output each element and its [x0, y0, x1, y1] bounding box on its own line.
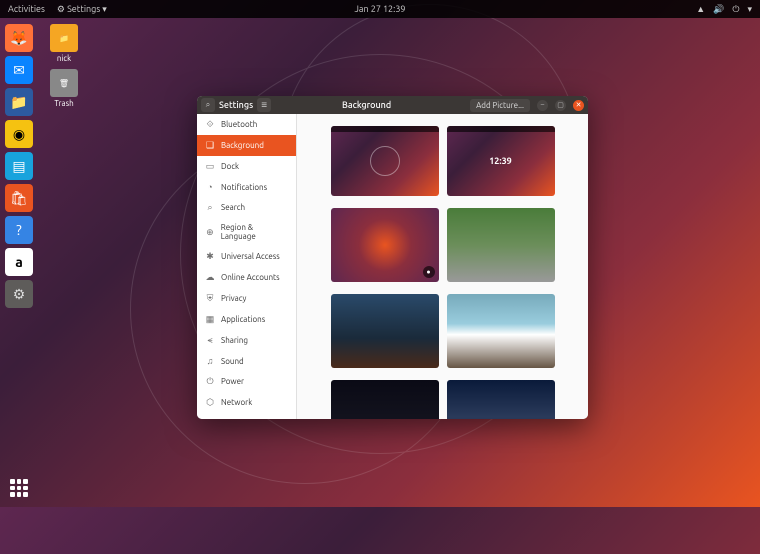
sidebar-label: Sharing [221, 336, 248, 345]
settings-launcher[interactable]: ⚙ [5, 280, 33, 308]
top-panel: Activities ⚙ Settings ▾ Jan 27 12:39 ▲ 🔊… [0, 0, 760, 18]
show-applications-button[interactable] [6, 475, 32, 501]
home-folder-icon[interactable]: 📁nick [44, 24, 84, 63]
sidebar-icon: ✱ [205, 251, 215, 262]
sidebar-item-dock[interactable]: ▭ Dock [197, 156, 296, 177]
software-launcher[interactable]: 🛍 [5, 184, 33, 212]
sidebar-item-notifications[interactable]: ◔ Notifications [197, 177, 296, 197]
sidebar-icon: ⊕ [205, 227, 215, 238]
app-menu[interactable]: ⚙ Settings ▾ [57, 4, 107, 15]
sidebar-item-universal-access[interactable]: ✱ Universal Access [197, 246, 296, 267]
chevron-right-icon: 〉 [281, 419, 288, 420]
sidebar-label: Power [221, 377, 244, 386]
sidebar-icon: ⛨ [205, 293, 215, 304]
sidebar-icon: ☁ [205, 272, 215, 283]
sidebar-icon: ▭ [205, 161, 215, 172]
sidebar-label: Dock [221, 162, 239, 171]
selected-check-icon: ● [423, 266, 435, 278]
wallpaper-thumbnail[interactable]: ● [331, 208, 439, 282]
sidebar-item-applications[interactable]: ▦ Applications [197, 309, 296, 330]
sidebar-item-sound[interactable]: ♫ Sound [197, 351, 296, 371]
sidebar-item-network[interactable]: ⬡ Network [197, 392, 296, 413]
help-launcher[interactable]: ? [5, 216, 33, 244]
sidebar-label: Sound [221, 357, 244, 366]
maximize-button[interactable]: ▢ [555, 100, 566, 111]
sidebar-item-privacy[interactable]: ⛨ Privacy [197, 288, 296, 309]
wallpaper-thumbnail[interactable] [447, 208, 555, 282]
settings-sidebar: ⟐ Bluetooth ❑ Background ▭ Dock ◔ Notifications… [197, 114, 297, 419]
sidebar-icon: ♫ [205, 356, 215, 366]
current-background-preview[interactable] [331, 126, 439, 196]
window-title: Settings [219, 100, 253, 110]
sidebar-item-sharing[interactable]: ⪪ Sharing [197, 330, 296, 351]
sidebar-icon: ▦ [205, 314, 215, 325]
background-content: 12:39 ● [297, 114, 588, 419]
thunderbird-launcher[interactable]: ✉ [5, 56, 33, 84]
sidebar-label: Search [221, 203, 245, 212]
clock[interactable]: Jan 27 12:39 [355, 4, 406, 14]
sidebar-label: Bluetooth [221, 120, 257, 129]
sidebar-item-online-accounts[interactable]: ☁ Online Accounts [197, 267, 296, 288]
sidebar-item-search[interactable]: ⌕ Search [197, 197, 296, 218]
sidebar-label: Region & Language [221, 223, 288, 241]
wallpaper-thumbnail[interactable] [331, 380, 439, 419]
sidebar-label: Online Accounts [221, 273, 280, 282]
sidebar-label: Background [221, 141, 264, 150]
wallpaper-thumbnail[interactable] [447, 294, 555, 368]
sidebar-label: Notifications [221, 183, 267, 192]
launcher-dock: 🦊 ✉ 📁 ◉ ▤ 🛍 ? a ⚙ [0, 18, 38, 308]
sidebar-item-region-language[interactable]: ⊕ Region & Language [197, 218, 296, 246]
writer-launcher[interactable]: ▤ [5, 152, 33, 180]
search-icon: ⌕ [206, 100, 210, 110]
search-button[interactable]: ⌕ [201, 98, 215, 112]
sidebar-icon: ❑ [205, 140, 215, 151]
power-icon[interactable]: ⏻ [732, 4, 739, 15]
sidebar-label: Network [221, 398, 252, 407]
sidebar-icon: ⊟ [205, 418, 215, 419]
sidebar-label: Universal Access [221, 252, 280, 261]
hamburger-menu-button[interactable]: ≡ [257, 98, 271, 112]
sidebar-item-devices[interactable]: ⊟Devices〉 [197, 413, 296, 419]
sidebar-item-background[interactable]: ❑ Background [197, 135, 296, 156]
sidebar-icon: ◔ [205, 182, 215, 192]
rhythmbox-launcher[interactable]: ◉ [5, 120, 33, 148]
activities-button[interactable]: Activities [8, 4, 45, 15]
amazon-launcher[interactable]: a [5, 248, 33, 276]
system-menu-chevron-icon[interactable]: ▾ [747, 4, 752, 15]
volume-icon[interactable]: 🔊 [713, 4, 724, 15]
files-launcher[interactable]: 📁 [5, 88, 33, 116]
add-picture-button[interactable]: Add Picture... [470, 99, 530, 112]
close-button[interactable]: ✕ [573, 100, 584, 111]
firefox-launcher[interactable]: 🦊 [5, 24, 33, 52]
menu-icon: ≡ [261, 99, 267, 111]
sidebar-item-power[interactable]: ⏻ Power [197, 371, 296, 392]
wallpaper-thumbnail[interactable] [447, 380, 555, 419]
sidebar-icon: ⪪ [205, 335, 215, 346]
sidebar-icon: ⬡ [205, 397, 215, 408]
sidebar-label: Applications [221, 315, 265, 324]
sidebar-icon: ⟐ [205, 119, 215, 130]
section-title: Background [342, 100, 391, 110]
sidebar-label: Privacy [221, 294, 246, 303]
minimize-button[interactable]: – [537, 100, 548, 111]
sidebar-icon: ⏻ [205, 376, 215, 387]
lockscreen-background-preview[interactable]: 12:39 [447, 126, 555, 196]
network-icon[interactable]: ▲ [696, 4, 705, 14]
sidebar-item-bluetooth[interactable]: ⟐ Bluetooth [197, 114, 296, 135]
window-titlebar: ⌕ Settings ≡ Background Add Picture... –… [197, 96, 588, 114]
wallpaper-thumbnail[interactable] [331, 294, 439, 368]
trash-icon[interactable]: 🗑Trash [44, 69, 84, 108]
sidebar-icon: ⌕ [205, 202, 215, 213]
settings-window: ⌕ Settings ≡ Background Add Picture... –… [197, 96, 588, 419]
